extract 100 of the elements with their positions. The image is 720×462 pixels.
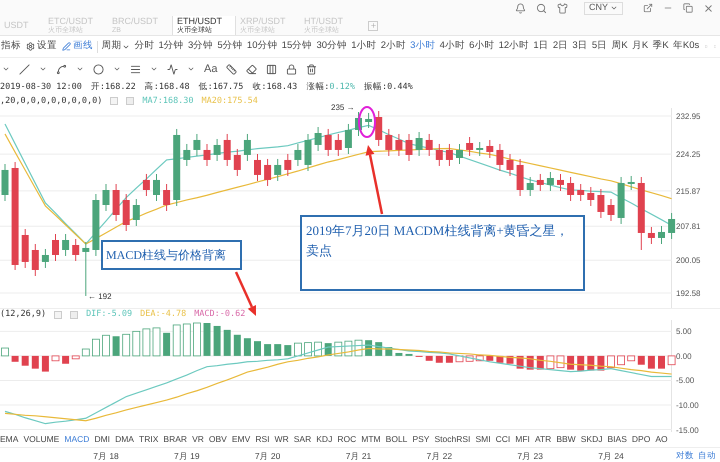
period-option[interactable]: 月K	[632, 39, 648, 54]
indicator-tab[interactable]: TRIX	[139, 433, 158, 446]
caret-icon[interactable]	[113, 65, 121, 73]
indicator-tab[interactable]: VOLUME	[23, 433, 60, 446]
indicator-tab[interactable]: DMI	[94, 433, 110, 446]
period-option[interactable]: 6小时	[469, 39, 494, 54]
period-option[interactable]: 3分钟	[188, 39, 214, 54]
period-option[interactable]: 15分钟	[282, 39, 312, 54]
period-option[interactable]: 分时	[134, 39, 154, 54]
indicator-tab[interactable]: SAR	[294, 433, 312, 446]
candlestick	[254, 153, 261, 182]
indicator-tab[interactable]: ROC	[337, 433, 356, 446]
period-option[interactable]: 4小时	[440, 39, 465, 54]
candlestick	[385, 128, 392, 156]
trash-icon[interactable]	[306, 64, 318, 74]
shirt-icon[interactable]	[556, 2, 568, 14]
period-option[interactable]: 30分钟	[316, 39, 348, 54]
caret-icon[interactable]	[187, 65, 195, 73]
date-label: 7月 19	[174, 450, 200, 462]
period-option[interactable]: 10分钟	[246, 39, 278, 54]
histogram-bar	[32, 356, 39, 369]
indicator-tab[interactable]: BRAR	[163, 433, 188, 446]
period-option[interactable]: 1分钟	[158, 39, 184, 54]
indicator-tab[interactable]: EMA	[0, 433, 18, 446]
indicator-tab[interactable]: AO	[655, 433, 668, 446]
period-option[interactable]: 1小时	[351, 39, 376, 54]
indicator-tab[interactable]: WR	[274, 433, 289, 446]
axis-label: 224.25	[676, 149, 700, 162]
ruler-icon[interactable]	[226, 64, 238, 74]
search-icon[interactable]	[536, 2, 547, 14]
indicator-tab[interactable]: MTM	[361, 433, 381, 446]
histogram-bar	[152, 328, 160, 356]
popout-icon[interactable]	[643, 3, 653, 13]
period-option[interactable]: 12小时	[498, 39, 530, 54]
candlestick	[567, 176, 574, 202]
indicator-tab[interactable]: SMI	[475, 433, 491, 446]
restore-icon[interactable]	[683, 3, 693, 13]
text-tool[interactable]: Aa	[204, 60, 218, 78]
notification-bell-icon[interactable]	[514, 2, 526, 14]
eraser-icon[interactable]	[246, 64, 258, 74]
indicator-tab[interactable]: VR	[192, 433, 204, 446]
caret-icon[interactable]	[76, 65, 84, 73]
axis-label: 200.05	[676, 255, 700, 268]
scale-button[interactable]: 自动	[698, 448, 716, 462]
lines-tool-icon[interactable]	[130, 64, 141, 74]
histogram-bar	[122, 334, 130, 356]
scale-button[interactable]: 对数	[676, 448, 694, 462]
period-option[interactable]: 5日	[592, 39, 608, 54]
indicator-tab[interactable]: ATR	[534, 433, 552, 446]
indicator-tab[interactable]: PSY	[412, 433, 430, 446]
period-option[interactable]: 3小时	[410, 39, 436, 54]
candlestick	[284, 153, 292, 176]
candlestick	[516, 158, 524, 196]
indicator-tab[interactable]: RSI	[255, 433, 270, 446]
period-option[interactable]: 5分钟	[217, 39, 243, 54]
period-option[interactable]: 季K	[652, 39, 669, 54]
indicator-tab[interactable]: StochRSI	[434, 433, 470, 446]
indicator-tab[interactable]: MFI	[515, 433, 530, 446]
price-stat: 涨幅:0.12%	[306, 80, 355, 94]
period-option[interactable]: 1日	[533, 39, 549, 54]
histogram-bar	[426, 356, 433, 361]
low-price-label: ← 192	[88, 291, 112, 303]
histogram-bar	[92, 338, 100, 356]
circle-tool-icon[interactable]	[93, 64, 104, 74]
indicator-tab[interactable]: BBW	[556, 433, 576, 446]
channel-tool-icon[interactable]	[56, 64, 67, 74]
histogram-bar	[627, 356, 636, 362]
indicator-tab[interactable]: CCI	[496, 433, 510, 446]
indicator-tab[interactable]: DMA	[115, 433, 134, 446]
indicator-tab[interactable]: BIAS	[608, 433, 627, 446]
line-tool-icon[interactable]	[19, 64, 30, 74]
currency-select[interactable]: CNY	[584, 2, 623, 14]
indicator-tab[interactable]: EMV	[232, 433, 250, 446]
macd-value: MACD:-0.62	[194, 308, 246, 321]
columns-icon[interactable]	[266, 64, 278, 74]
close-icon[interactable]	[703, 2, 714, 14]
candlestick	[587, 186, 594, 206]
indicator-tab[interactable]: BOLL	[386, 433, 408, 446]
period-option[interactable]: 年K	[672, 39, 690, 54]
wave-tool-icon[interactable]	[167, 64, 178, 74]
indicator-tab[interactable]: DPO	[632, 433, 650, 446]
indicator-tab[interactable]: KDJ	[316, 433, 332, 446]
period-option[interactable]: 2日	[552, 39, 568, 54]
indicator-tab[interactable]: OBV	[208, 433, 227, 446]
draw-line-button[interactable]: 画线	[62, 39, 93, 54]
period-dropdown[interactable]: 周期	[101, 39, 130, 54]
refresh-interval[interactable]: 0s	[689, 39, 700, 54]
settings-button[interactable]: 设置	[26, 39, 57, 54]
histogram-bar	[234, 334, 241, 356]
period-option[interactable]: 周K	[611, 39, 628, 54]
lock-icon[interactable]	[286, 64, 298, 74]
indicator-tab[interactable]: MACD	[64, 433, 90, 446]
caret-icon[interactable]	[2, 65, 10, 73]
indicators-button[interactable]: 指标	[1, 39, 21, 54]
period-option[interactable]: 2小时	[380, 39, 406, 54]
candlestick	[618, 176, 625, 224]
caret-icon[interactable]	[39, 65, 47, 73]
period-option[interactable]: 3日	[572, 39, 588, 54]
caret-icon[interactable]	[150, 65, 158, 73]
indicator-tab[interactable]: SKDJ	[580, 433, 602, 446]
